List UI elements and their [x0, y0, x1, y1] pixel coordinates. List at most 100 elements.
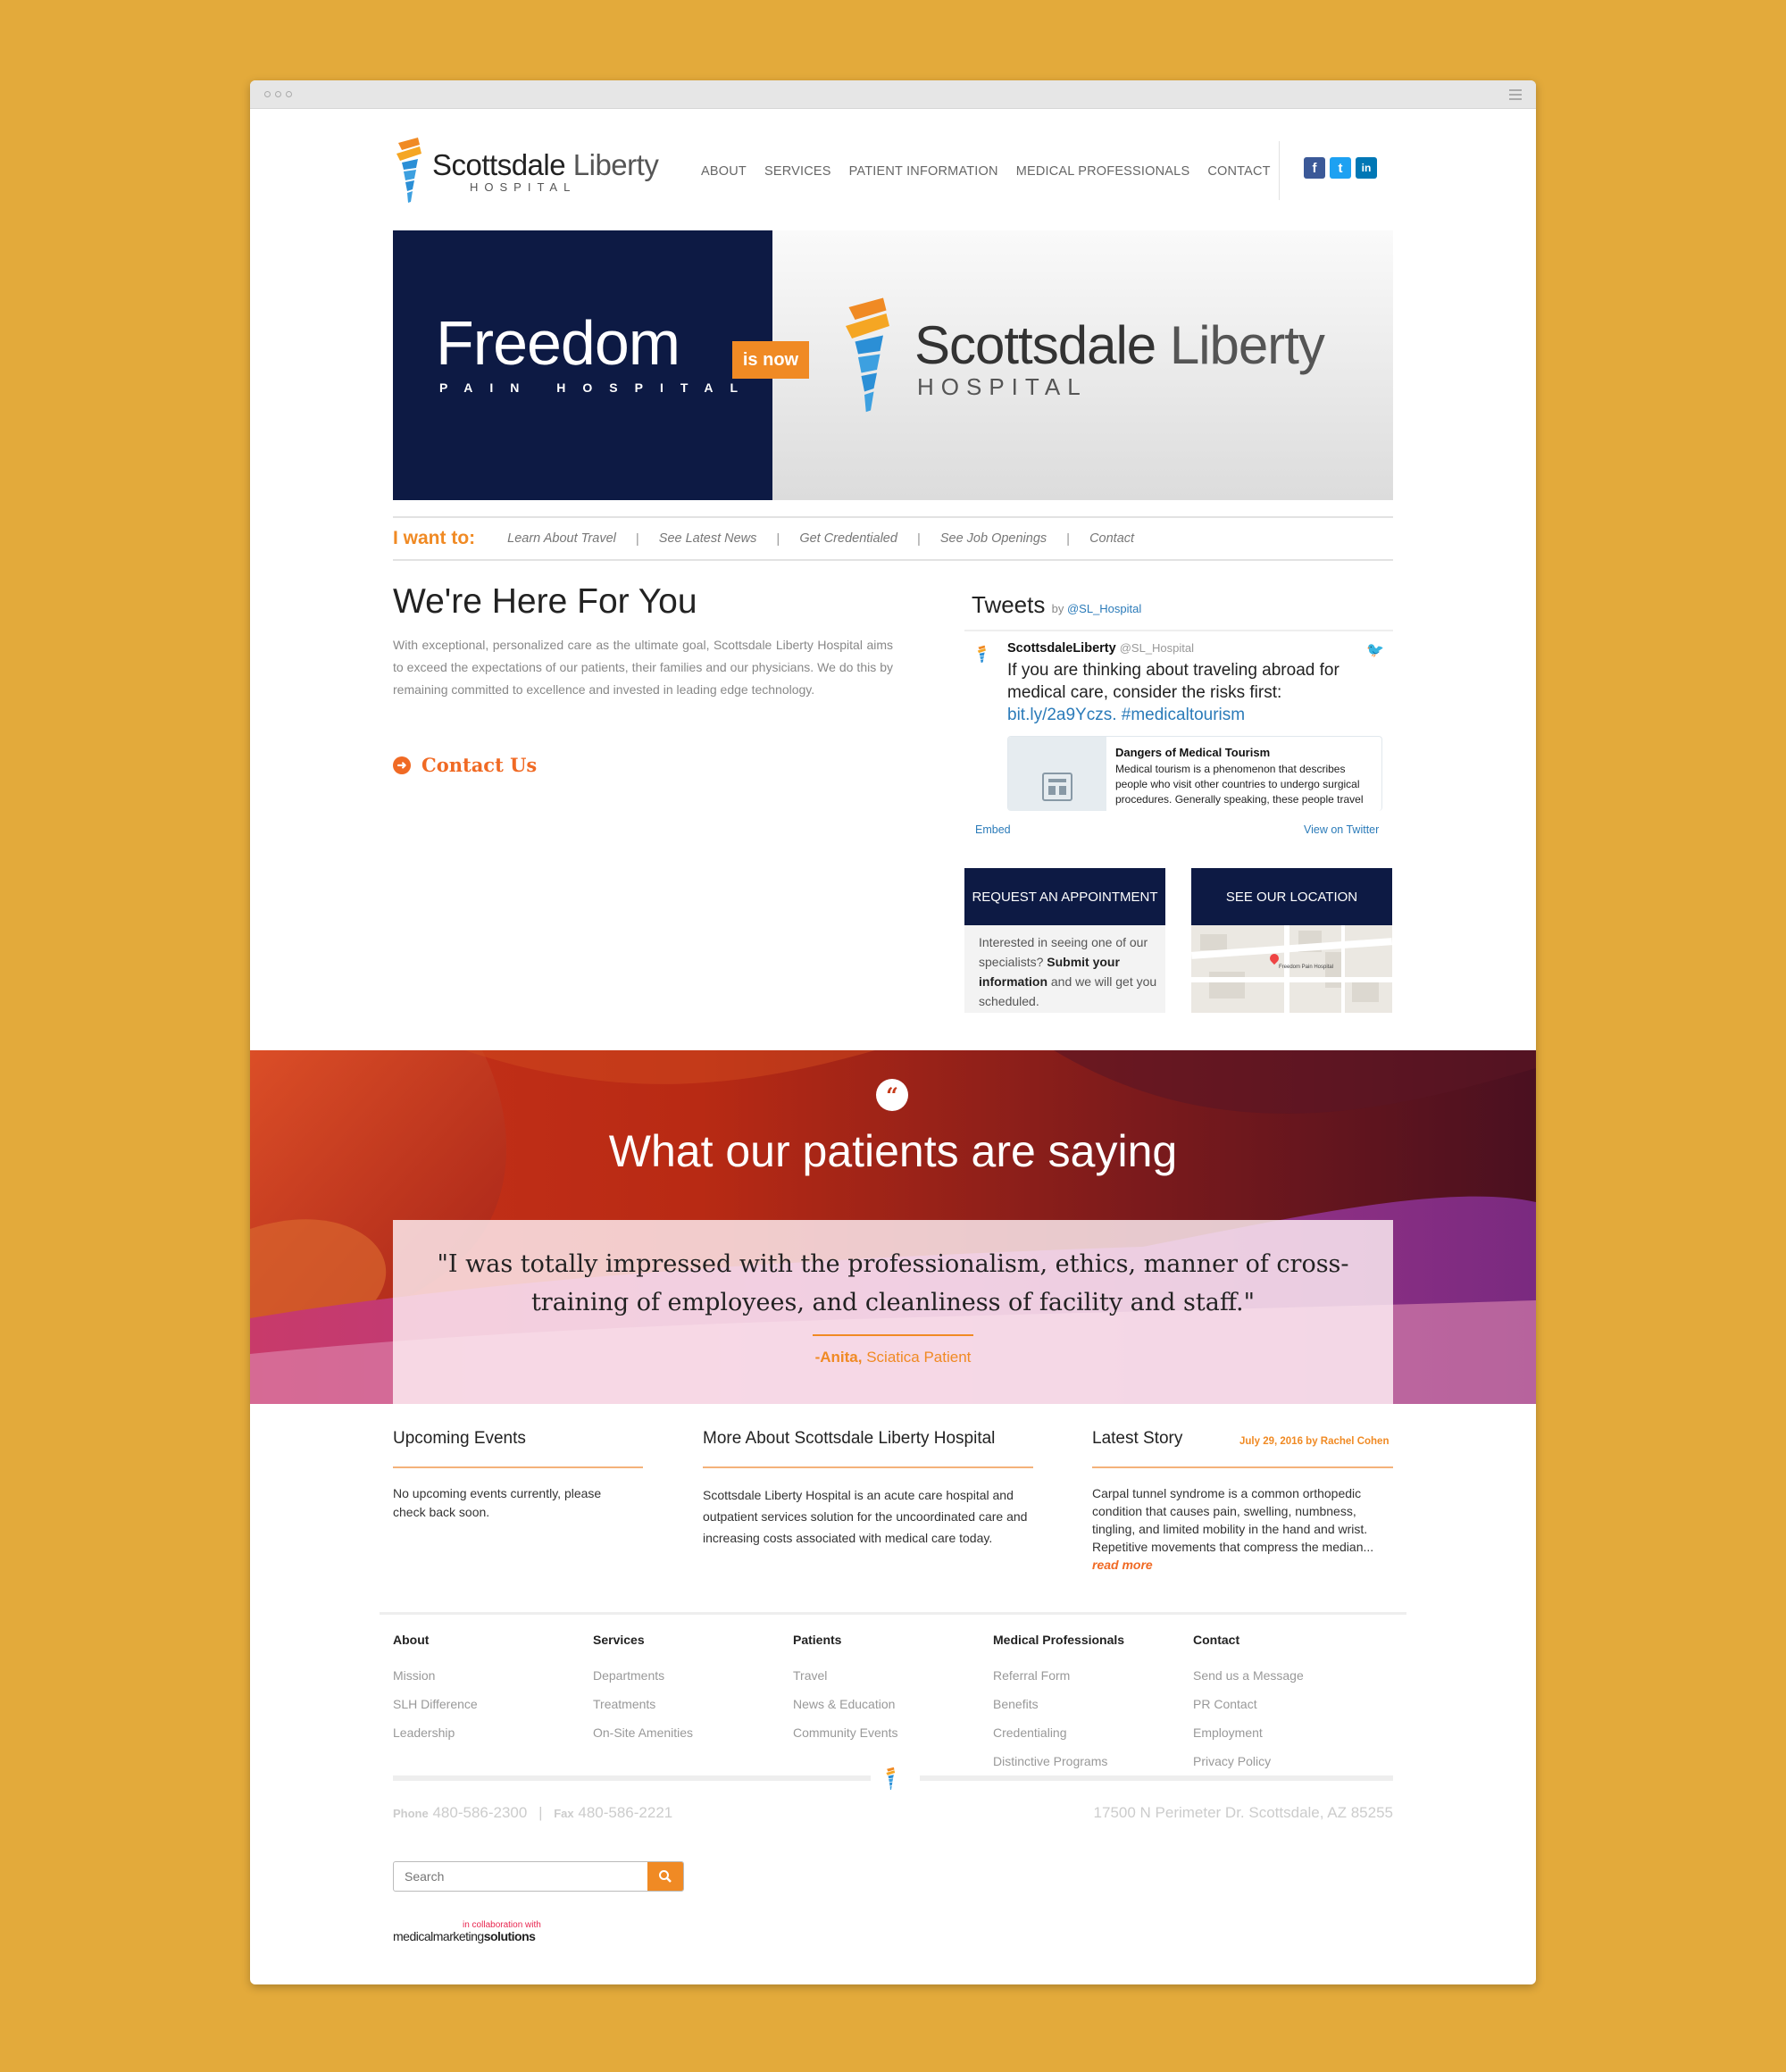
more-about-text: Scottsdale Liberty Hospital is an acute … [703, 1488, 1028, 1545]
footer-link[interactable]: Community Events [793, 1725, 897, 1740]
card-description: Medical tourism is a phenomenon that des… [1115, 763, 1364, 806]
search-input[interactable] [394, 1862, 647, 1891]
banner-wordmark: Scottsdale Liberty [914, 315, 1325, 375]
twitter-bird-icon: 🐦 [1366, 643, 1384, 658]
browser-chrome [250, 80, 1536, 109]
link-contact[interactable]: Contact [1089, 531, 1134, 546]
link-see-job-openings[interactable]: See Job Openings [940, 531, 1047, 546]
footer-heading: Contact [1193, 1633, 1240, 1647]
footer-link[interactable]: Benefits [993, 1697, 1124, 1711]
i-want-to-label: I want to: [393, 528, 476, 548]
footer-link[interactable]: PR Contact [1193, 1697, 1304, 1711]
footer-link[interactable]: Departments [593, 1668, 693, 1683]
testimonial-box: "I was totally impressed with the profes… [393, 1220, 1393, 1404]
twitter-icon[interactable]: t [1330, 157, 1351, 179]
footer-heading: Services [593, 1633, 645, 1647]
site-logo[interactable]: Scottsdale Liberty HOSPITAL [393, 136, 661, 207]
search-box [393, 1861, 684, 1892]
story-date: July 29, 2016 by Rachel Cohen [1239, 1436, 1390, 1447]
menu-icon[interactable] [1509, 89, 1522, 100]
footer-heading: Medical Professionals [993, 1633, 1125, 1647]
divider [393, 1775, 871, 1781]
footer-link[interactable]: Credentialing [993, 1725, 1124, 1740]
more-about-title: More About Scottsdale Liberty Hospital [703, 1429, 996, 1448]
footer-col-contact: Contact Send us a Message PR Contact Emp… [1193, 1633, 1304, 1768]
tweet-link[interactable]: bit.ly/2a9Yczs. #medicaltourism [1007, 706, 1245, 724]
divider [920, 1775, 1393, 1781]
location-map[interactable]: Freedom Pain Hospital [1191, 925, 1392, 1013]
latest-story-title: Latest Story [1092, 1429, 1183, 1448]
intro-paragraph: With exceptional, personalized care as t… [393, 638, 893, 697]
freedom-panel: Freedom PAIN HOSPITAL [393, 230, 772, 500]
torch-logo-icon [396, 138, 421, 203]
arrow-right-icon: ➜ [393, 756, 411, 774]
logo-wordmark: Scottsdale Liberty [432, 148, 659, 181]
nav-contact[interactable]: CONTACT [1207, 164, 1270, 179]
footer-link[interactable]: News & Education [793, 1697, 897, 1711]
article-icon [1042, 773, 1072, 801]
footer-link[interactable]: Send us a Message [1193, 1668, 1304, 1683]
search-button[interactable] [647, 1862, 683, 1891]
search-icon [659, 1870, 672, 1883]
footer-link[interactable]: Distinctive Programs [993, 1754, 1124, 1768]
fax-number: 480-586-2221 [578, 1804, 673, 1821]
footer-col-about: About Mission SLH Difference Leadership [393, 1633, 478, 1740]
link-learn-about-travel[interactable]: Learn About Travel [507, 531, 616, 546]
window-controls[interactable] [264, 91, 292, 97]
nav-patient-information[interactable]: PATIENT INFORMATION [849, 164, 998, 179]
avatar[interactable] [975, 645, 989, 668]
footer-link[interactable]: Employment [1193, 1725, 1304, 1740]
link-see-latest-news[interactable]: See Latest News [659, 531, 757, 546]
facebook-icon[interactable]: f [1304, 157, 1325, 179]
upcoming-events-text: No upcoming events currently, please che… [393, 1486, 602, 1519]
social-links: f t in [1304, 157, 1377, 179]
divider [393, 1466, 643, 1468]
tweets-header: Tweets by @SL_Hospital [972, 591, 1142, 618]
torch-footer-icon [886, 1767, 896, 1791]
linkedin-icon[interactable]: in [1356, 157, 1377, 179]
footer-link[interactable]: Mission [393, 1668, 478, 1683]
footer-col-patients: Patients Travel News & Education Communi… [793, 1633, 897, 1740]
divider [380, 1612, 1406, 1615]
request-appointment-title[interactable]: REQUEST AN APPOINTMENT [964, 868, 1165, 925]
main-nav: ABOUT SERVICES PATIENT INFORMATION MEDIC… [701, 164, 1271, 179]
tweet-text: If you are thinking about traveling abro… [1007, 661, 1340, 724]
latest-story-text: Carpal tunnel syndrome is a common ortho… [1092, 1486, 1374, 1572]
nav-medical-professionals[interactable]: MEDICAL PROFESSIONALS [1016, 164, 1190, 179]
footer-link[interactable]: Travel [793, 1668, 897, 1683]
tweet-author[interactable]: ScottsdaleLiberty @SL_Hospital [1007, 641, 1194, 656]
tweet-card[interactable]: Dangers of Medical Tourism Medical touri… [1007, 736, 1382, 811]
view-on-twitter-link[interactable]: View on Twitter [1304, 823, 1379, 836]
is-now-badge: is now [732, 341, 809, 379]
torch-logo-large-icon [846, 297, 889, 413]
footer-heading: About [393, 1633, 430, 1647]
quote-icon: “ [876, 1079, 908, 1111]
tweets-handle-link[interactable]: @SL_Hospital [1067, 602, 1141, 615]
nav-divider [1279, 141, 1280, 200]
card-title: Dangers of Medical Tourism [1115, 746, 1271, 759]
embed-link[interactable]: Embed [975, 823, 1011, 836]
footer-link[interactable]: SLH Difference [393, 1697, 478, 1711]
map-pin-icon [1267, 951, 1281, 965]
mms-logo[interactable]: medicalmarketingsolutions [393, 1929, 536, 1943]
address: 17500 N Perimeter Dr. Scottsdale, AZ 852… [1093, 1804, 1393, 1821]
footer-col-medical-professionals: Medical Professionals Referral Form Bene… [993, 1633, 1124, 1768]
nav-services[interactable]: SERVICES [764, 164, 831, 179]
footer-col-services: Services Departments Treatments On-Site … [593, 1633, 693, 1740]
testimonial-heading: What our patients are saying [608, 1126, 1178, 1176]
nav-about[interactable]: ABOUT [701, 164, 747, 179]
see-location-box[interactable]: SEE OUR LOCATION Freedom Pain Hospital [1191, 868, 1392, 1013]
contact-us-link[interactable]: ➜ Contact Us [393, 754, 537, 776]
request-appointment-box[interactable]: REQUEST AN APPOINTMENT Interested in see… [964, 868, 1165, 1013]
see-location-title[interactable]: SEE OUR LOCATION [1191, 868, 1392, 925]
footer-heading: Patients [793, 1633, 842, 1647]
footer-link[interactable]: Treatments [593, 1697, 693, 1711]
footer-link[interactable]: Leadership [393, 1725, 478, 1740]
divider [703, 1466, 1033, 1468]
link-get-credentialed[interactable]: Get Credentialed [799, 531, 897, 546]
read-more-link[interactable]: read more [1092, 1558, 1153, 1572]
phone-number[interactable]: 480-586-2300 [432, 1804, 527, 1821]
footer-link[interactable]: On-Site Amenities [593, 1725, 693, 1740]
footer-link[interactable]: Privacy Policy [1193, 1754, 1304, 1768]
footer-link[interactable]: Referral Form [993, 1668, 1124, 1683]
